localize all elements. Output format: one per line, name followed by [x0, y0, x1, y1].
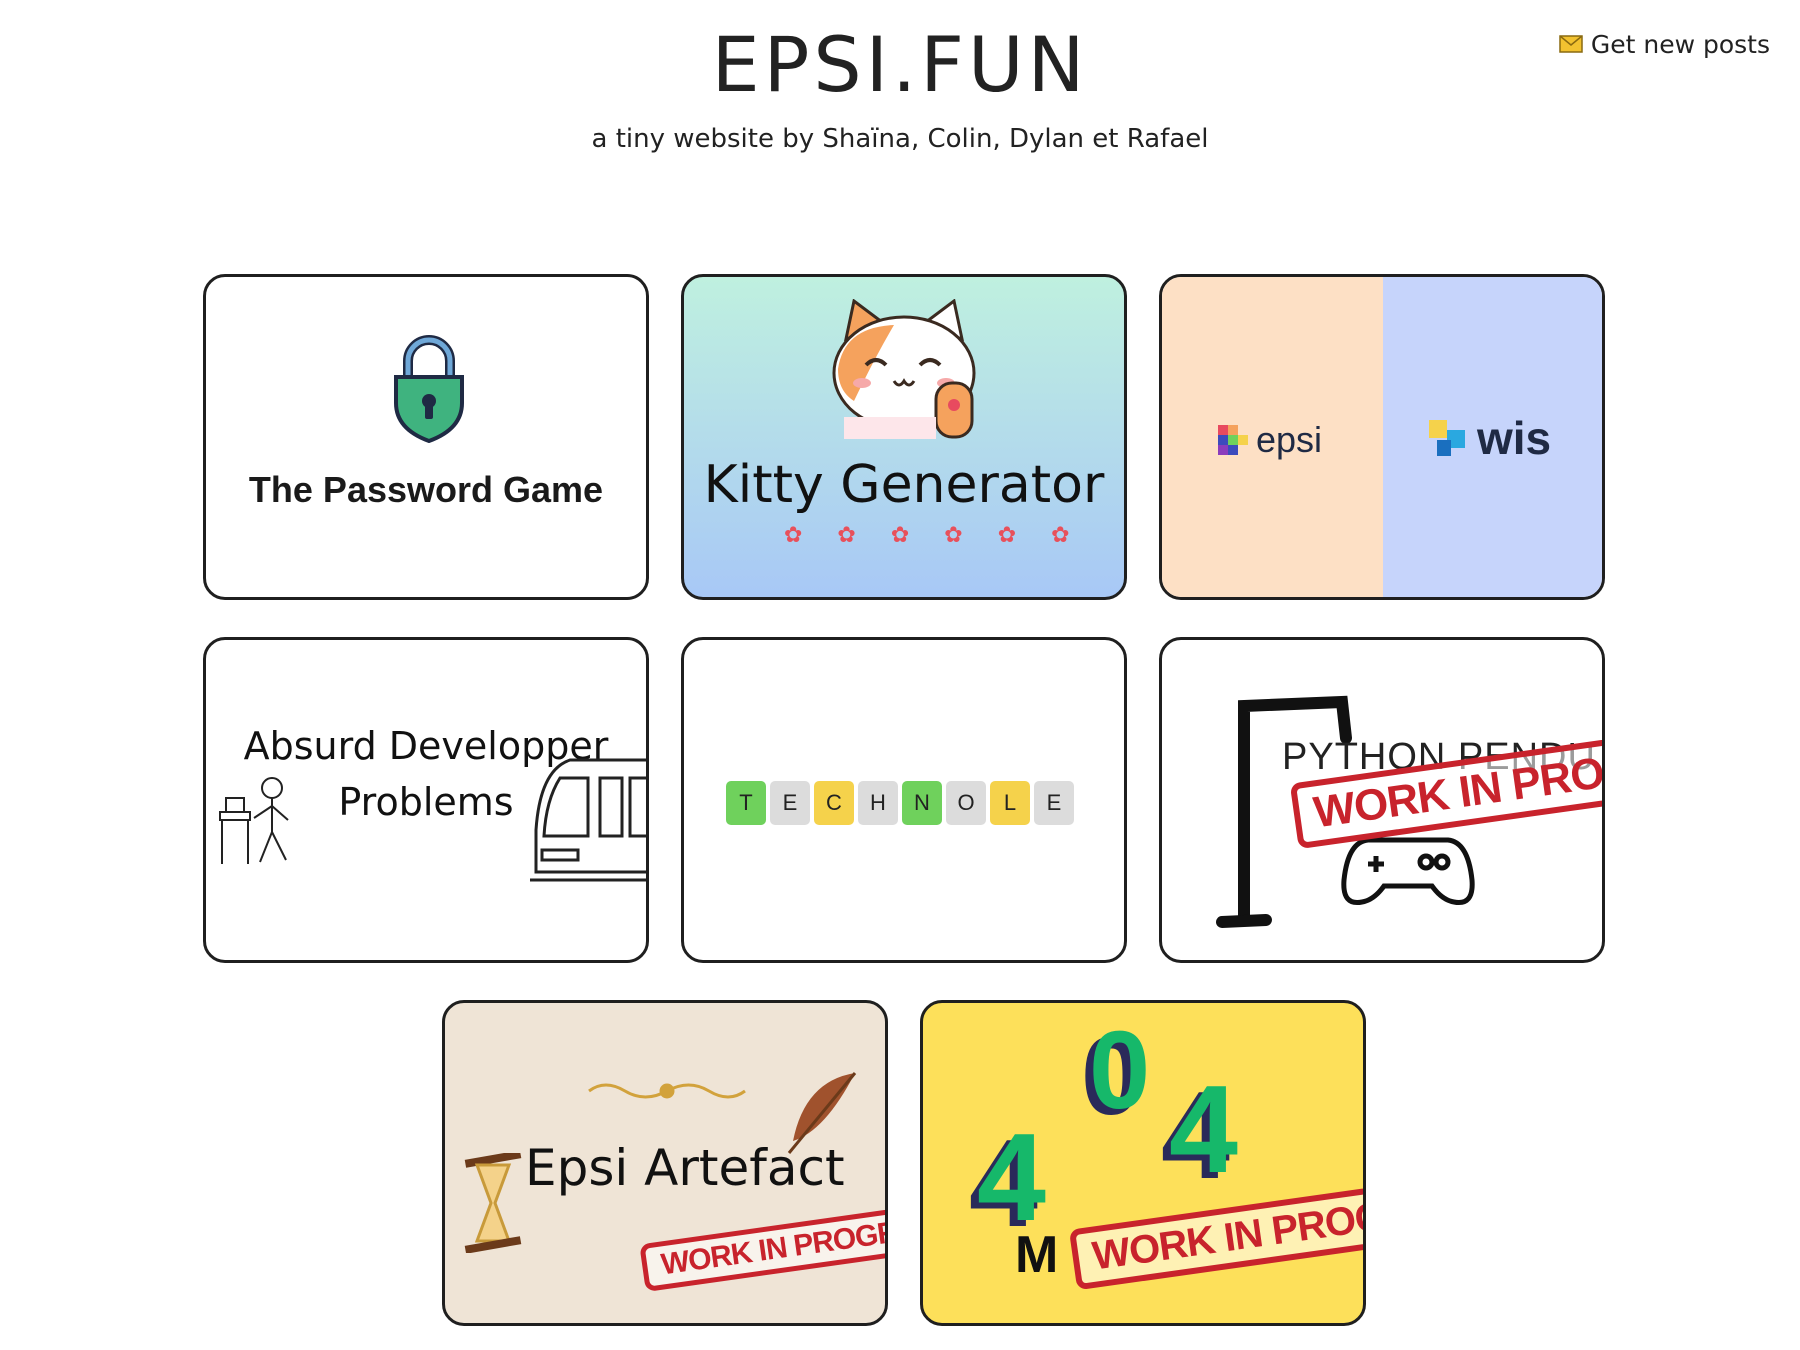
wis-label: wis — [1477, 412, 1552, 464]
card-python-pendu[interactable]: PYTHON PENDU WORK IN PROGRESS — [1159, 637, 1605, 963]
wis-panel: wis — [1383, 277, 1602, 597]
card-subtitle: M — [1015, 1226, 1059, 1284]
letter-tile: T — [726, 781, 766, 825]
epsi-logo-icon — [1218, 425, 1248, 459]
letter-tile: C — [814, 781, 854, 825]
hourglass-icon — [463, 1150, 523, 1257]
letter-tile: E — [770, 781, 810, 825]
letter-tile: L — [990, 781, 1030, 825]
letter-tile: H — [858, 781, 898, 825]
card-absurd-developper-problems[interactable]: Absurd Developper Problems — [203, 637, 649, 963]
padlock-icon — [390, 333, 468, 447]
card-epsi-artefact[interactable]: Epsi Artefact WORK IN PROGRESS — [442, 1000, 888, 1326]
envelope-icon — [1559, 30, 1583, 59]
card-title: Epsi Artefact — [525, 1139, 845, 1197]
cat-icon — [824, 298, 984, 443]
letter-tile: N — [902, 781, 942, 825]
letter-tile: E — [1034, 781, 1074, 825]
card-kitty-generator[interactable]: Kitty Generator ✿ ✿ ✿ ✿ ✿ ✿ — [681, 274, 1127, 600]
subscribe-link[interactable]: Get new posts — [1559, 30, 1770, 59]
epsi-label: epsi — [1256, 419, 1323, 460]
card-title: Kitty Generator — [703, 455, 1105, 515]
developer-sketch-icon — [216, 770, 312, 874]
subscribe-label: Get new posts — [1590, 30, 1770, 59]
letter-tile: O — [946, 781, 986, 825]
card-epsi-wis[interactable]: epsi wis — [1159, 274, 1605, 600]
technole-tiles: TECHNOLE — [724, 781, 1076, 825]
work-in-progress-stamp: WORK IN PROGRESS — [639, 1198, 885, 1292]
card-404[interactable]: 4 0 4 M WORK IN PROGRESS — [920, 1000, 1366, 1326]
gamepad-icon — [1338, 830, 1478, 914]
epsi-panel: epsi — [1162, 277, 1383, 597]
tram-sketch-icon — [530, 750, 646, 894]
site-title: EPSI.FUN — [711, 20, 1089, 109]
ornament-icon — [585, 1079, 749, 1107]
wis-logo-icon — [1429, 420, 1467, 462]
site-tagline: a tiny website by Shaïna, Colin, Dylan e… — [591, 124, 1209, 154]
card-password-game[interactable]: The Password Game — [203, 274, 649, 600]
digit-4-right: 4 — [1169, 1061, 1238, 1199]
paw-prints-icon: ✿ ✿ ✿ ✿ ✿ ✿ — [784, 523, 1084, 548]
card-technole[interactable]: TECHNOLE — [681, 637, 1127, 963]
digit-0: 0 — [1089, 1009, 1151, 1132]
card-title: The Password Game — [248, 469, 604, 510]
